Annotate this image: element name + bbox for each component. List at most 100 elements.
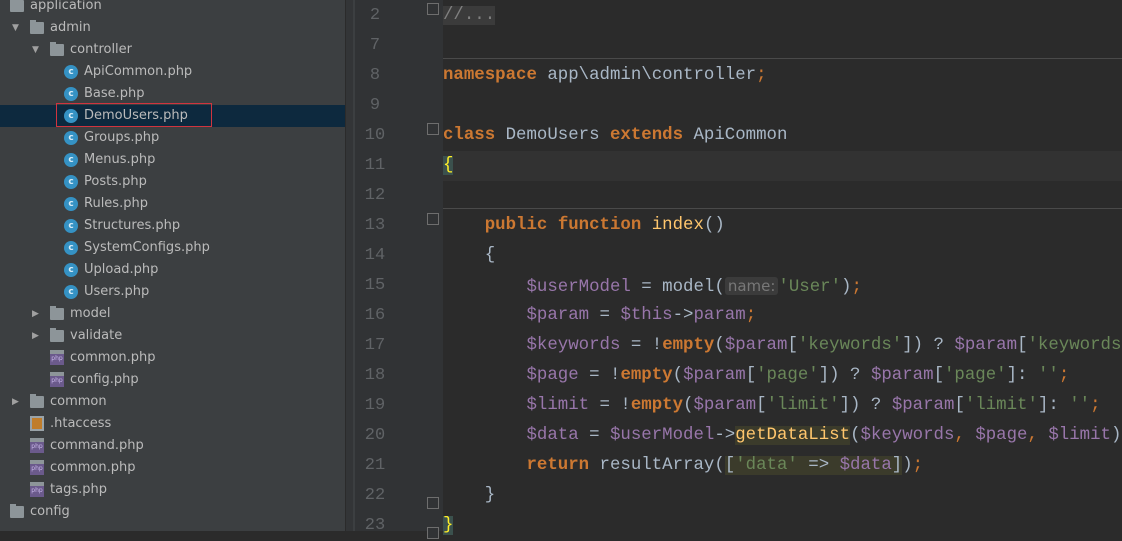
code-line[interactable]: { bbox=[443, 241, 1122, 271]
code-line[interactable]: $data = $userModel->getDataList($keyword… bbox=[443, 421, 1122, 451]
tree-item[interactable]: cUpload.php bbox=[0, 259, 345, 281]
code-editor[interactable]: 27891011121314151617181920212223 //...na… bbox=[355, 0, 1122, 531]
code-token: } bbox=[443, 516, 453, 535]
sidebar-scrollbar[interactable] bbox=[345, 0, 353, 531]
php-class-icon: c bbox=[64, 87, 78, 101]
tree-item[interactable]: cUsers.php bbox=[0, 281, 345, 303]
code-line[interactable]: public function index() bbox=[443, 211, 1122, 241]
code-line[interactable]: $keywords = !empty($param['keywords']) ?… bbox=[443, 331, 1122, 361]
code-token bbox=[547, 216, 557, 235]
tree-item[interactable]: .htaccess bbox=[0, 413, 345, 435]
fold-marker-icon[interactable] bbox=[427, 527, 439, 539]
code-token: $data bbox=[840, 456, 892, 475]
tree-item[interactable]: ▶ common bbox=[0, 391, 345, 413]
tree-item-label: application bbox=[30, 0, 102, 17]
code-token: $keywords bbox=[861, 426, 955, 445]
code-token: ; bbox=[1090, 396, 1100, 415]
code-token: , bbox=[954, 426, 975, 445]
code-line[interactable]: class DemoUsers extends ApiCommon bbox=[443, 121, 1122, 151]
tree-item[interactable]: cBase.php bbox=[0, 83, 345, 105]
tree-item-label: .htaccess bbox=[50, 413, 111, 435]
code-line[interactable] bbox=[443, 91, 1122, 121]
tree-item[interactable]: cPosts.php bbox=[0, 171, 345, 193]
code-line[interactable]: $page = !empty($param['page']) ? $param[… bbox=[443, 361, 1122, 391]
code-token: [ bbox=[954, 396, 964, 415]
code-token: $param bbox=[683, 366, 746, 385]
code-line[interactable] bbox=[443, 31, 1122, 61]
code-token: $keywords bbox=[527, 336, 621, 355]
code-line[interactable]: return resultArray(['data' => $data]); bbox=[443, 451, 1122, 481]
code-token: ; bbox=[851, 278, 861, 297]
code-token: [ bbox=[756, 396, 766, 415]
code-token: ) bbox=[902, 456, 912, 475]
code-token: $data bbox=[527, 426, 579, 445]
selection-highlight-box bbox=[56, 103, 212, 127]
code-token bbox=[443, 396, 527, 415]
code-token: [ bbox=[787, 336, 797, 355]
code-token: [ bbox=[746, 366, 756, 385]
folder-icon bbox=[50, 44, 64, 56]
php-class-icon: c bbox=[64, 131, 78, 145]
code-line[interactable]: { bbox=[443, 151, 1122, 181]
tree-item-label: common.php bbox=[70, 347, 156, 369]
fold-marker-icon[interactable] bbox=[427, 3, 439, 15]
line-number: 17 bbox=[355, 331, 395, 361]
tree-item[interactable]: cGroups.php bbox=[0, 127, 345, 149]
chevron-right-icon[interactable]: ▶ bbox=[32, 303, 42, 325]
tree-item[interactable]: phpcommand.php bbox=[0, 435, 345, 457]
fold-marker-icon[interactable] bbox=[427, 497, 439, 509]
code-line[interactable]: } bbox=[443, 511, 1122, 541]
fold-marker-icon[interactable] bbox=[427, 123, 439, 135]
line-number: 9 bbox=[355, 91, 395, 121]
tree-item[interactable]: ▶model bbox=[0, 303, 345, 325]
line-number: 12 bbox=[355, 181, 395, 211]
tree-item-label: common bbox=[50, 391, 107, 413]
code-token: ; bbox=[913, 456, 923, 475]
code-line[interactable]: } bbox=[443, 481, 1122, 511]
code-line[interactable]: //... bbox=[443, 1, 1122, 31]
tree-item-label: SystemConfigs.php bbox=[84, 237, 210, 259]
code-line[interactable]: namespace app\admin\controller; bbox=[443, 61, 1122, 91]
code-line[interactable]: $limit = !empty($param['limit']) ? $para… bbox=[443, 391, 1122, 421]
tree-item[interactable]: phpcommon.php bbox=[0, 457, 345, 479]
code-token: $limit bbox=[1048, 426, 1111, 445]
code-token: DemoUsers bbox=[495, 126, 610, 145]
tree-item-label: command.php bbox=[50, 435, 144, 457]
code-token: ; bbox=[756, 66, 766, 85]
chevron-down-icon[interactable]: ▼ bbox=[32, 39, 42, 61]
tree-item[interactable]: phpconfig.php bbox=[0, 369, 345, 391]
code-line[interactable]: $param = $this->param; bbox=[443, 301, 1122, 331]
code-line[interactable]: $userModel = model(name:'User'); bbox=[443, 271, 1122, 301]
tree-item[interactable]: phpcommon.php bbox=[0, 347, 345, 369]
code-token: ]) ? bbox=[819, 366, 871, 385]
code-token: ]: bbox=[1038, 396, 1069, 415]
code-token: [ bbox=[934, 366, 944, 385]
tree-item[interactable]: ▼controller bbox=[0, 39, 345, 61]
tree-item[interactable]: ▶validate bbox=[0, 325, 345, 347]
tree-item[interactable]: cSystemConfigs.php bbox=[0, 237, 345, 259]
chevron-right-icon[interactable]: ▶ bbox=[32, 325, 42, 347]
code-line[interactable] bbox=[443, 181, 1122, 211]
code-token: ApiCommon bbox=[683, 126, 787, 145]
tree-item[interactable]: config bbox=[0, 501, 345, 523]
tree-item-label: common.php bbox=[50, 457, 136, 479]
code-token: function bbox=[558, 216, 642, 235]
tree-item[interactable]: phptags.php bbox=[0, 479, 345, 501]
code-token: namespace bbox=[443, 66, 537, 85]
code-token: param bbox=[694, 306, 746, 325]
tree-item[interactable]: cMenus.php bbox=[0, 149, 345, 171]
line-number: 14 bbox=[355, 241, 395, 271]
tree-item[interactable]: ▼admin bbox=[0, 17, 345, 39]
chevron-down-icon[interactable]: ▼ bbox=[12, 17, 22, 39]
code-token: 'page' bbox=[944, 366, 1007, 385]
tree-item[interactable]: cRules.php bbox=[0, 193, 345, 215]
tree-item-label: Structures.php bbox=[84, 215, 180, 237]
tree-item[interactable]: cApiCommon.php bbox=[0, 61, 345, 83]
chevron-right-icon[interactable]: ▶ bbox=[12, 391, 22, 413]
code-token: app\admin\controller bbox=[537, 66, 756, 85]
tree-item[interactable]: application bbox=[0, 0, 345, 17]
fold-marker-icon[interactable] bbox=[427, 213, 439, 225]
code-token: ] bbox=[892, 456, 902, 475]
folder-icon bbox=[10, 506, 24, 518]
tree-item[interactable]: cStructures.php bbox=[0, 215, 345, 237]
